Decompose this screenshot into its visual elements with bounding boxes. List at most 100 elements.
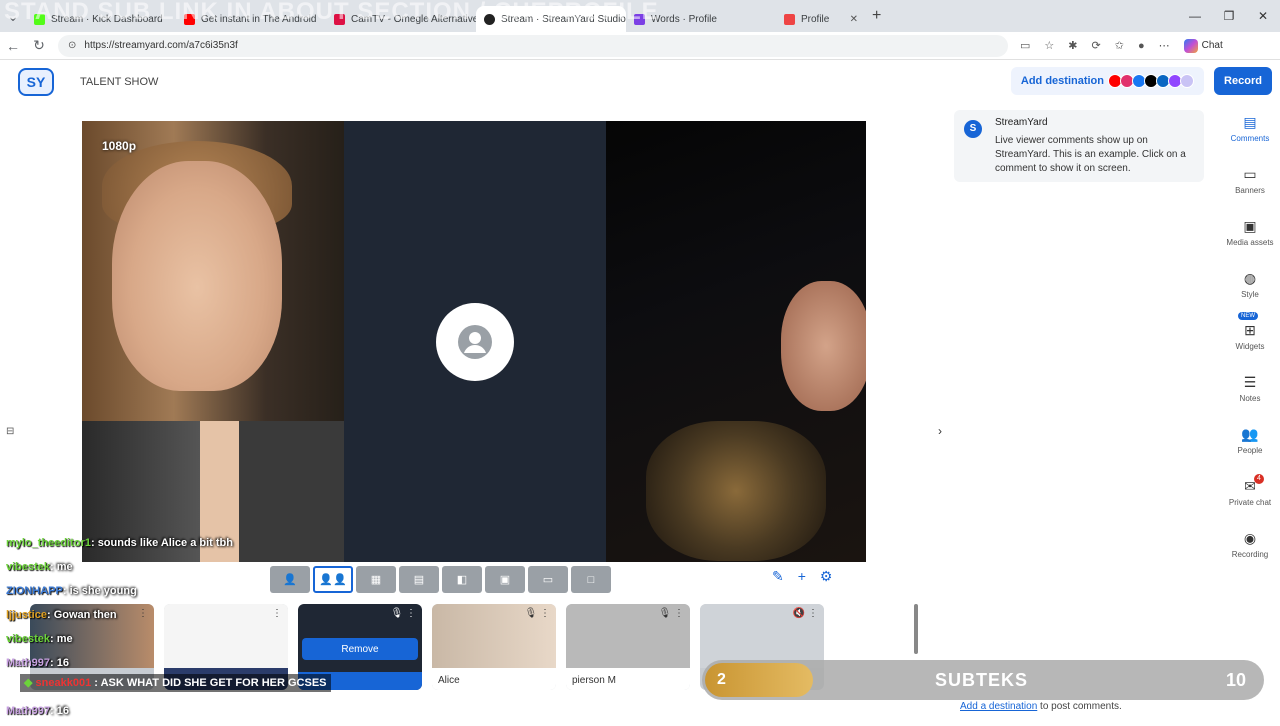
layout-leader-button[interactable]: ▤ (399, 566, 439, 593)
rail-comments[interactable]: ▤ Comments (1222, 110, 1278, 162)
chat-msg: : sounds like Alice a bit tbh (90, 537, 233, 549)
tab-label: Words · Profile (651, 13, 717, 25)
media-assets-icon: ▣ (1243, 218, 1257, 234)
backstage-scrollbar[interactable] (914, 604, 918, 654)
back-arrow-icon[interactable]: ← (0, 38, 26, 54)
mic-muted-icon[interactable]: 🔇 ⋮ (793, 608, 818, 619)
chat-user: mylo_theeditor1 (6, 537, 91, 549)
chat-line: ZIONHAPP: is she young (6, 582, 233, 606)
rail-notes[interactable]: ☰ Notes (1222, 370, 1278, 422)
remove-button[interactable]: Remove (302, 638, 418, 660)
thumb-name: pierson M (572, 675, 616, 686)
profile-avatar-icon[interactable]: ● (1138, 40, 1145, 52)
mic-icon[interactable]: 🎙 ⋮ (659, 608, 684, 619)
layout-pip-button[interactable]: ▣ (485, 566, 525, 593)
restore-icon[interactable]: ❐ (1212, 9, 1246, 23)
chat-line: Math997: 16 (6, 702, 233, 726)
layout-fullscreen-button[interactable]: □ (571, 566, 611, 593)
close-tab-icon[interactable]: ✕ (850, 14, 858, 25)
site-info-icon[interactable]: ⊙ (68, 40, 76, 51)
close-window-icon[interactable]: ✕ (1246, 9, 1280, 23)
chat-user: Math997 (6, 657, 51, 669)
browser-tab[interactable]: CamTV - Omegle Alternative (326, 6, 476, 32)
settings-gear-icon[interactable]: ⚙ (820, 568, 833, 585)
chat-line: vibestek: me (6, 630, 233, 654)
layout-grid-button[interactable]: ▦ (356, 566, 396, 593)
copilot-chat-button[interactable]: Chat (1183, 38, 1223, 53)
diamond-icon: ◆ (24, 677, 33, 689)
broadcast-title[interactable]: TALENT SHOW (80, 76, 158, 88)
browser-tab-active[interactable]: Stream · StreamYard Studio✕ (476, 6, 626, 32)
browser-tab[interactable]: Stream · Kick Dashboard (26, 6, 176, 32)
thumb-menu-icon[interactable]: ⋮ (272, 608, 282, 619)
rail-private-chat[interactable]: 4 ✉ Private chat (1222, 474, 1278, 526)
resolution-badge: 1080p (102, 139, 137, 153)
camera-icon[interactable]: ▭ (1020, 39, 1030, 52)
participant-video-2[interactable] (344, 121, 606, 562)
extensions-icon[interactable]: ✱ (1068, 39, 1077, 52)
favorites-icon[interactable]: ✩ (1115, 39, 1124, 52)
recording-icon: ◉ (1243, 530, 1257, 546)
rail-banners[interactable]: ▭ Banners (1222, 162, 1278, 214)
left-panel-toggle-icon[interactable]: ⊟ (6, 426, 14, 437)
add-destination-button[interactable]: Add destination (1010, 67, 1204, 95)
add-destination-hint: Add a destination to post comments. (960, 701, 1122, 712)
rail-label: Style (1241, 290, 1259, 299)
rail-label: Media assets (1226, 238, 1274, 247)
chat-user: vibestek (6, 561, 51, 573)
hint-suffix: to post comments. (1037, 701, 1122, 712)
widgets-icon: ⊞ (1244, 322, 1256, 338)
star-icon[interactable]: ☆ (1044, 39, 1054, 52)
record-button[interactable]: Record (1214, 67, 1272, 95)
chat-line: mylo_theeditor1: sounds like Alice a bit… (6, 534, 233, 558)
chat-line: vibestek: me (6, 558, 233, 582)
reload-icon[interactable]: ↻ (26, 37, 52, 54)
chat-user: ZIONHAPP (6, 585, 63, 597)
rail-media-assets[interactable]: ▣ Media assets (1222, 214, 1278, 266)
rail-people[interactable]: 👥 People (1222, 422, 1278, 474)
sync-icon[interactable]: ⟳ (1092, 39, 1101, 52)
browser-tab[interactable]: Profile ✕ (776, 6, 866, 32)
more-menu-icon[interactable]: ⋯ (1159, 39, 1170, 52)
minimize-icon[interactable]: — (1178, 9, 1212, 23)
streamyard-logo[interactable]: SY (18, 68, 54, 96)
rail-label: Widgets (1235, 342, 1265, 351)
chat-msg: : Gowan then (46, 609, 117, 621)
browser-tab[interactable]: Get instant in The Android (176, 6, 326, 32)
layout-solo-button[interactable]: 👤 (270, 566, 310, 593)
edit-pencil-icon[interactable]: ✎ (772, 568, 784, 585)
layout-group-button[interactable]: 👤👤 (313, 566, 353, 593)
url-field[interactable]: ⊙ https://streamyard.com/a7c6i35n3f (58, 34, 1008, 57)
rail-recording[interactable]: ◉ Recording (1222, 526, 1278, 578)
add-plus-icon[interactable]: + (798, 568, 806, 585)
backstage-thumb[interactable]: 🎙 ⋮ Alice (432, 604, 556, 690)
stage-canvas[interactable]: 1080p (82, 121, 866, 562)
tab-menu-chevron-icon[interactable]: ⌄ (0, 8, 26, 25)
streamyard-favicon-icon (484, 13, 495, 25)
mic-icon[interactable]: 🎙 ⋮ (525, 608, 550, 619)
participant-video-3[interactable] (606, 121, 866, 562)
sub-goal-widget: 2 SUBTEKS 10 (702, 660, 1264, 700)
palette-icon: ◍ (1243, 270, 1257, 286)
browser-tab-bar: ⌄ Stream · Kick Dashboard Get instant in… (0, 0, 1280, 32)
tab-label: Profile (801, 13, 830, 25)
backstage-thumb[interactable]: 🎙 ⋮ pierson M (566, 604, 690, 690)
chat-msg: : me (50, 561, 73, 573)
mic-icon[interactable]: 🎙 ⋮ (391, 608, 416, 619)
participant-video-1[interactable] (82, 121, 344, 562)
video-content (781, 281, 866, 411)
add-more-dest-icon (1180, 74, 1194, 88)
collapse-panel-chevron-icon[interactable]: › (938, 424, 942, 438)
comment-example-card[interactable]: S StreamYard Live viewer comments show u… (954, 110, 1204, 182)
new-tab-plus-icon[interactable]: + (872, 7, 881, 25)
video-content (112, 161, 282, 391)
copilot-icon (1183, 38, 1198, 53)
add-destination-link[interactable]: Add a destination (960, 701, 1037, 712)
browser-tab[interactable]: Words · Profile (626, 6, 776, 32)
layout-cinema-button[interactable]: ▭ (528, 566, 568, 593)
rail-widgets[interactable]: NEW ⊞ Widgets (1222, 312, 1278, 370)
layout-side-button[interactable]: ◧ (442, 566, 482, 593)
rail-style[interactable]: ◍ Style (1222, 266, 1278, 318)
participant-avatar (436, 303, 514, 381)
sub-count: 2 (705, 663, 813, 697)
